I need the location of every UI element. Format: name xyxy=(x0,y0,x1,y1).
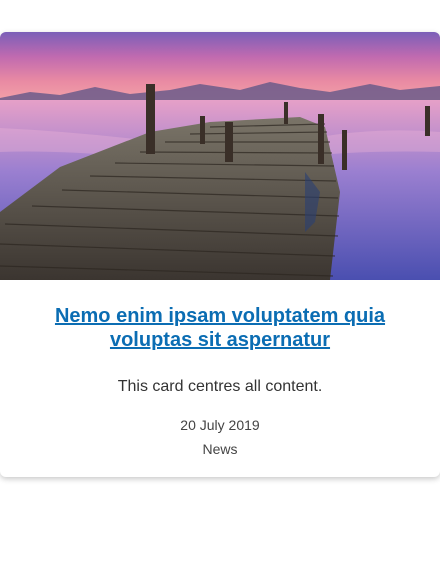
card-image xyxy=(0,32,440,280)
card-description: This card centres all content. xyxy=(117,378,323,395)
news-card: Nemo enim ipsam voluptatem quia voluptas… xyxy=(0,32,440,477)
card-category: News xyxy=(202,441,238,457)
card-title-link[interactable]: Nemo enim ipsam voluptatem quia voluptas… xyxy=(55,305,385,351)
card-title: Nemo enim ipsam voluptatem quia voluptas… xyxy=(40,304,400,352)
card-date: 20 July 2019 xyxy=(180,417,260,433)
card-body: Nemo enim ipsam voluptatem quia voluptas… xyxy=(0,304,440,458)
